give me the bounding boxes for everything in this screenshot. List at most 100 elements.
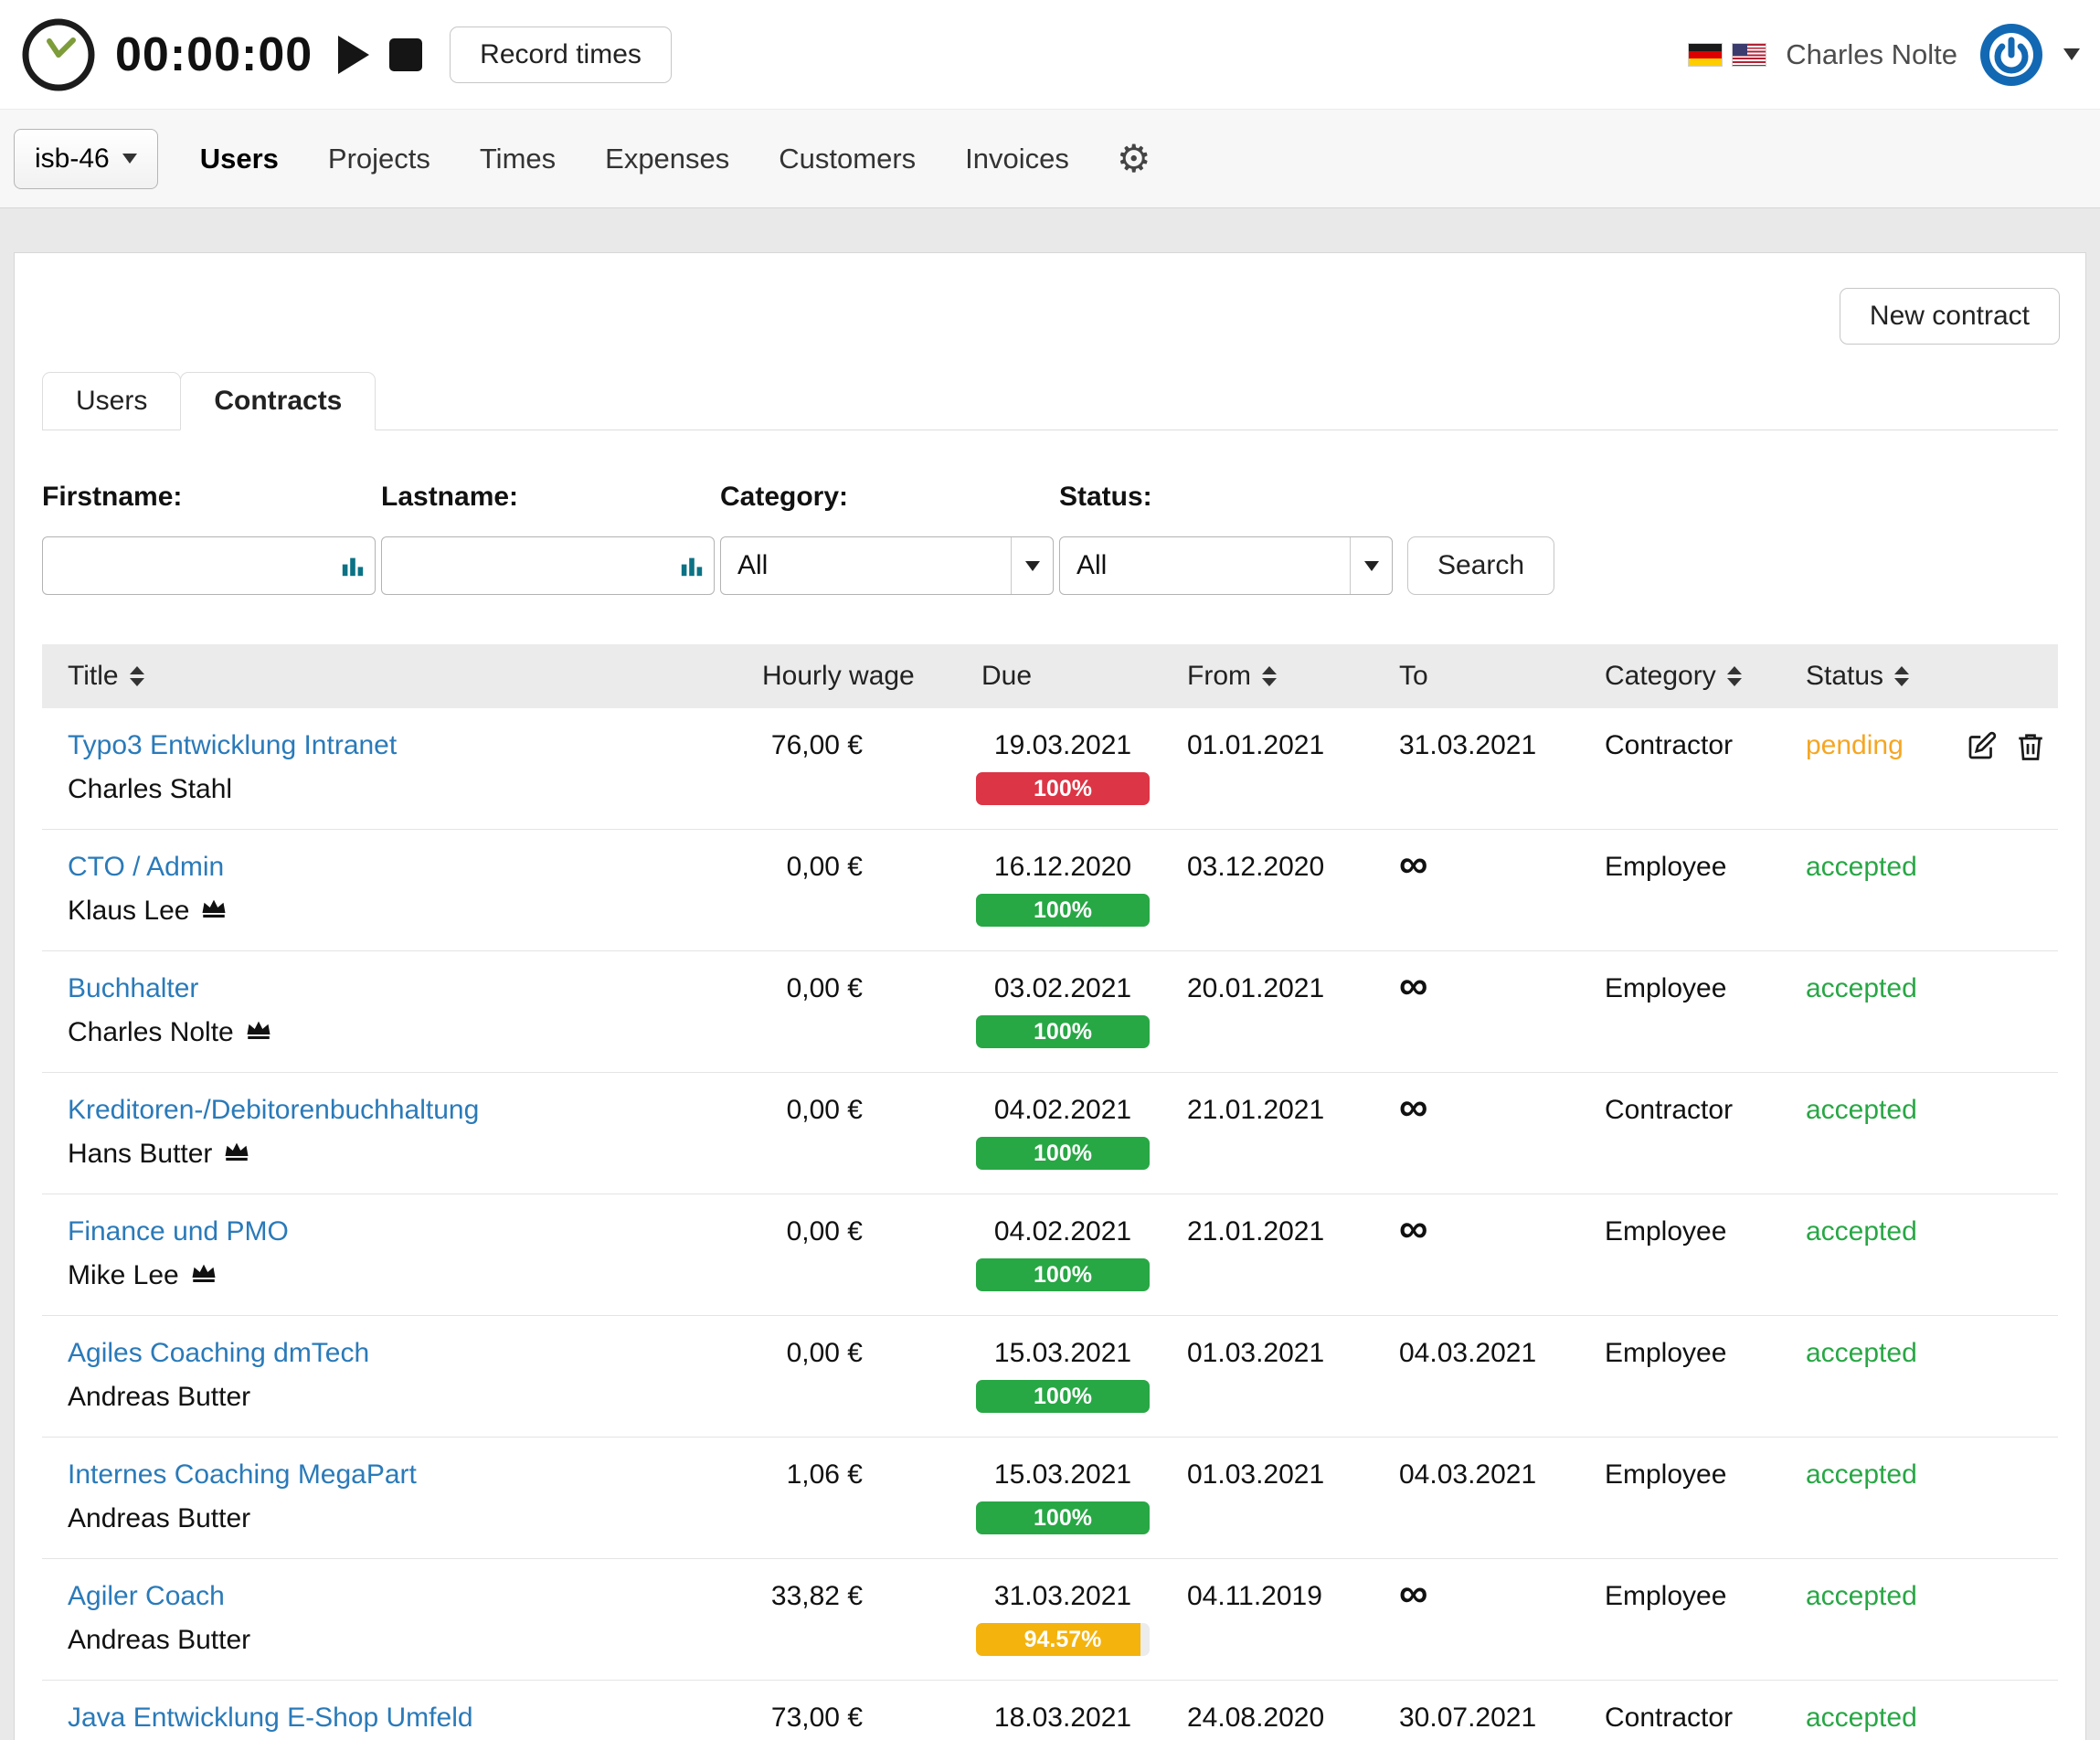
autofill-icon[interactable] [679,553,705,578]
status-text: accepted [1780,1095,1954,1126]
stop-button[interactable] [389,38,422,71]
contract-to: 30.07.2021 [1399,1703,1536,1733]
settings-gear-icon[interactable]: ⚙ [1117,140,1151,178]
contract-category: Contractor [1579,730,1780,761]
lastname-input[interactable] [382,537,714,594]
due-progress-label: 100% [1034,1019,1092,1045]
contract-title-link[interactable]: Kreditoren-/Debitorenbuchhaltung [68,1095,479,1126]
due-date: 04.02.2021 [976,1095,1150,1126]
contract-from: 24.08.2020 [1161,1703,1373,1734]
column-header-status[interactable]: Status [1780,661,1954,692]
us-flag-icon[interactable] [1733,44,1766,66]
contract-category: Employee [1579,1581,1780,1612]
nav-item-invoices[interactable]: Invoices [965,143,1069,175]
column-header-from[interactable]: From [1161,661,1373,692]
contract-title-link[interactable]: CTO / Admin [68,852,224,883]
due-progress: 100% [976,1015,1150,1048]
record-times-button[interactable]: Record times [450,27,672,83]
due-date: 15.03.2021 [976,1338,1150,1369]
contract-title-link[interactable]: Agiles Coaching dmTech [68,1338,369,1369]
nav-item-customers[interactable]: Customers [779,143,916,175]
nav-item-projects[interactable]: Projects [328,143,430,175]
contract-person: Andreas Butter [68,1382,250,1413]
tab-users[interactable]: Users [42,372,181,430]
status-select[interactable]: All [1059,536,1393,595]
contract-from: 01.03.2021 [1161,1459,1373,1491]
filter-bar: Firstname: Lastname: Category: All [42,482,2058,595]
contract-title-link[interactable]: Agiler Coach [68,1581,225,1612]
crown-icon [200,896,228,927]
tab-contracts[interactable]: Contracts [180,372,376,430]
contract-person: Mike Lee [68,1260,179,1291]
status-text: accepted [1780,1459,1954,1491]
contract-row: Kreditoren-/Debitorenbuchhaltung Hans Bu… [42,1073,2058,1194]
contract-from: 21.01.2021 [1161,1216,1373,1247]
due-date: 19.03.2021 [976,730,1150,761]
contract-row: Agiler Coach Andreas Butter 33,82 € 31.0… [42,1559,2058,1681]
sort-icon [1262,666,1277,686]
due-progress: 100% [976,772,1150,805]
nav-item-users[interactable]: Users [200,143,279,175]
contracts-card: New contract UsersContracts Firstname: L… [14,252,2086,1740]
search-button[interactable]: Search [1407,536,1554,595]
category-select[interactable]: All [720,536,1054,595]
delete-icon[interactable] [2014,730,2047,763]
status-select-value: All [1077,550,1107,581]
contract-title-link[interactable]: Internes Coaching MegaPart [68,1459,417,1491]
crown-icon [245,1017,272,1048]
contract-category: Contractor [1579,1703,1780,1734]
autofill-icon[interactable] [340,553,366,578]
due-progress-label: 100% [1034,1141,1092,1166]
filter-category: Category: All [720,482,1054,595]
workspace-selector[interactable]: isb-46 [14,129,158,189]
german-flag-icon[interactable] [1689,44,1722,66]
workspace-caret-icon [122,154,137,164]
contract-title-link[interactable]: Java Entwicklung E-Shop Umfeld [68,1703,473,1734]
contract-title-link[interactable]: Buchhalter [68,973,198,1004]
timer-display: 00:00:00 [115,27,313,82]
workspace-label: isb-46 [35,143,110,175]
due-progress: 100% [976,1258,1150,1291]
contract-category: Employee [1579,1459,1780,1491]
contract-person: Andreas Butter [68,1625,250,1656]
column-header-category[interactable]: Category [1579,661,1780,692]
status-text: accepted [1780,1581,1954,1612]
firstname-label: Firstname: [42,482,376,513]
play-button[interactable] [338,36,369,74]
contract-row: Internes Coaching MegaPart Andreas Butte… [42,1438,2058,1559]
infinity-icon: ∞ [1399,973,1427,999]
infinity-icon: ∞ [1399,852,1427,877]
due-date: 18.03.2021 [976,1703,1150,1734]
row-actions [1954,730,2058,763]
new-contract-button[interactable]: New contract [1840,288,2060,345]
tab-bar: UsersContracts [42,372,2058,430]
contract-person: Klaus Lee [68,896,189,927]
firstname-input[interactable] [43,537,375,594]
contract-title-link[interactable]: Finance und PMO [68,1216,289,1247]
hourly-wage: 0,00 € [762,1338,863,1369]
due-progress: 94.57% [976,1623,1150,1656]
logout-power-icon[interactable] [1978,21,2045,89]
contract-category: Employee [1579,1338,1780,1369]
hourly-wage: 0,00 € [762,973,863,1004]
infinity-icon: ∞ [1399,1095,1427,1120]
nav-item-times[interactable]: Times [480,143,556,175]
user-menu-caret-icon[interactable] [2063,48,2080,60]
contract-row: Buchhalter Charles Nolte 0,00 € 03.02.20… [42,951,2058,1073]
status-text: accepted [1780,1703,1954,1734]
column-header-title[interactable]: Title [42,661,737,692]
crown-icon [190,1260,217,1291]
contract-person: Andreas Butter [68,1503,250,1534]
contract-from: 03.12.2020 [1161,852,1373,883]
contract-title-link[interactable]: Typo3 Entwicklung Intranet [68,730,397,761]
contract-to: 31.03.2021 [1399,730,1536,760]
hourly-wage: 1,06 € [762,1459,863,1491]
nav-item-expenses[interactable]: Expenses [605,143,729,175]
edit-icon[interactable] [1965,730,1998,763]
contract-from: 21.01.2021 [1161,1095,1373,1126]
contract-row: Agiles Coaching dmTech Andreas Butter 0,… [42,1316,2058,1438]
sort-icon [1727,666,1742,686]
column-header-to: To [1373,661,1579,692]
nav-items: Users Projects Times Expenses Customers Invoi… [200,143,1069,175]
category-select-value: All [737,550,768,581]
